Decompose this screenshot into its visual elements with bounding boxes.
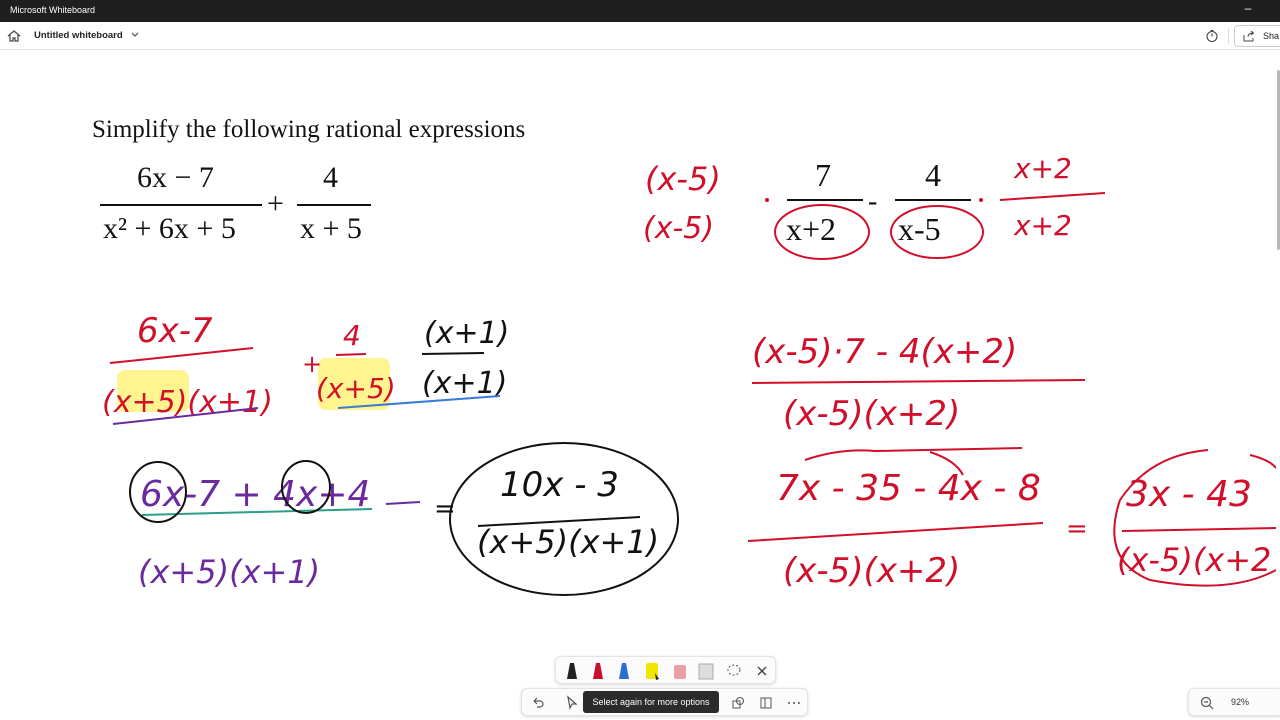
vertical-scrollbar[interactable] (1276, 50, 1280, 720)
undo-icon[interactable] (530, 695, 546, 711)
step1-tail-bar (999, 192, 1106, 201)
app-header: Untitled whiteboard Sha (0, 22, 1280, 50)
step3-right-bar (747, 522, 1044, 542)
answer-right-bar (1121, 527, 1276, 532)
app-title: Microsoft Whiteboard (10, 5, 96, 15)
step1-frac2-numerator: 4 (925, 157, 941, 193)
pen-tray (555, 656, 776, 684)
whiteboard-canvas[interactable]: Simplify the following rational expressi… (0, 50, 1276, 720)
answer-left-denominator: (x+5)(x+1) (477, 523, 659, 561)
answer-right-denominator: (x-5)(x+2 (1117, 541, 1271, 579)
step1-frac1-denominator: x+2 (786, 211, 836, 247)
step3-right-numerator: 7x - 35 - 4x - 8 (776, 468, 1041, 509)
eraser-icon[interactable] (670, 659, 690, 683)
red-pen-icon[interactable] (588, 659, 608, 683)
ruler-icon[interactable] (696, 659, 716, 683)
step2-mul-numerator: (x+1) (424, 316, 509, 351)
step1-frac1-numerator: 7 (815, 157, 831, 193)
multiply-dot (979, 198, 983, 202)
black-pen-icon[interactable] (562, 659, 582, 683)
step3-right-equals: = (1066, 514, 1088, 544)
zoom-control: 92% (1188, 688, 1280, 716)
step2-den2: (x+5) (316, 372, 396, 405)
step3-overline (804, 447, 1023, 461)
step1-frac2-denominator: x-5 (898, 211, 941, 247)
window-title-bar: Microsoft Whiteboard – (0, 0, 1280, 22)
step2-left-black: (x+1) (x+1) (422, 316, 509, 401)
step3-numerator: 6x-7 + 4x+4 (140, 474, 370, 515)
ink-layer: (x-5) (x-5) x+2 x+2 7 x+2 - 4 x-5 6x-7 (… (102, 152, 1276, 596)
header-divider (1228, 28, 1229, 44)
timer-icon[interactable] (1205, 29, 1219, 43)
step2-mul-bar (421, 352, 485, 355)
home-icon[interactable] (6, 28, 22, 44)
zoom-level[interactable]: 92% (1231, 697, 1249, 707)
zoom-out-icon[interactable] (1199, 695, 1215, 711)
step2-right-ink: (x-5)·7 - 4(x+2) (x-5)(x+2) 7x - 35 - 4x… (752, 332, 1271, 591)
step1-tail-denominator: x+2 (1013, 209, 1072, 242)
step1-printed-fractions: 7 x+2 - 4 x-5 (786, 157, 971, 247)
more-options-icon[interactable] (786, 695, 802, 711)
tooltip: Select again for more options (583, 691, 719, 713)
share-icon (1243, 30, 1255, 42)
step2-den1: (x+5)(x+1) (102, 385, 273, 420)
step3-left-ink: 6x-7 + 4x+4 (x+5)(x+1) (138, 474, 370, 591)
multiply-dot (765, 198, 769, 202)
step3-equals: = (434, 494, 456, 524)
step2-right-bar (751, 379, 1086, 384)
step3-bar-end (385, 501, 421, 505)
step1-frac2-bar (895, 199, 971, 201)
shapes-icon[interactable] (730, 695, 746, 711)
step1-tail-numerator: x+2 (1013, 152, 1072, 185)
select-pointer-icon[interactable] (564, 695, 580, 711)
answer-right-numerator: 3x - 43 (1126, 474, 1252, 515)
share-label: Sha (1263, 31, 1280, 41)
blue-pen-icon[interactable] (614, 659, 634, 683)
step1-minus: - (868, 186, 877, 217)
close-icon[interactable] (752, 659, 772, 683)
step1-lead-numerator: (x-5) (645, 160, 721, 198)
circle-answer-right-top (1249, 454, 1276, 469)
chevron-down-icon[interactable] (130, 29, 140, 41)
yellow-highlighter-icon[interactable] (642, 659, 662, 683)
step2-right-numerator: (x-5)·7 - 4(x+2) (752, 332, 1017, 372)
answer-left-numerator: 10x - 3 (500, 465, 619, 505)
share-button[interactable]: Sha (1234, 25, 1280, 47)
lasso-select-icon[interactable] (724, 659, 744, 683)
minimize-button[interactable]: – (1240, 1, 1256, 19)
step3-denominator: (x+5)(x+1) (138, 553, 320, 591)
panels-icon[interactable] (758, 695, 774, 711)
step1-frac1-bar (787, 199, 863, 201)
board-title[interactable]: Untitled whiteboard (34, 30, 123, 41)
step1-lead-denominator: (x-5) (643, 211, 714, 246)
step2-bar2 (335, 353, 367, 356)
step2-right-denominator: (x-5)(x+2) (783, 394, 960, 434)
step2-num2: 4 (343, 319, 361, 352)
step2-num1: 6x-7 (137, 311, 213, 351)
step3-right-denominator: (x-5)(x+2) (783, 551, 960, 591)
